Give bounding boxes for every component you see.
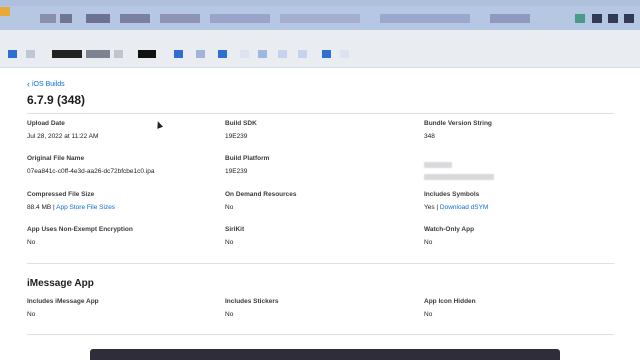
bookmark-icon[interactable] [52,50,82,58]
back-link-label: iOS Builds [32,81,65,88]
field-label: Includes iMessage App [27,298,99,305]
includes-stickers-field: Includes Stickers No [225,298,405,318]
includes-imessage-field: Includes iMessage App No [27,298,207,318]
app-icon-hidden-field: App Icon Hidden No [424,298,604,318]
field-value: 19E239 [225,168,248,175]
bookmarks-bar [0,30,640,68]
encryption-field: App Uses Non-Exempt Encryption No [27,226,207,246]
bookmark-icon[interactable] [240,50,249,58]
bookmark-icon[interactable] [218,50,227,58]
profile-icon[interactable] [624,14,634,23]
field-label: On Demand Resources [225,191,297,198]
toolbar-blur [86,14,110,23]
field-label: SiriKit [225,226,245,233]
bookmark-icon[interactable] [340,50,349,58]
browser-toolbar [0,6,640,30]
field-label: Bundle Version String [424,120,492,127]
section-title-imessage: iMessage App [27,278,94,289]
field-label: Build Platform [225,155,270,162]
toolbar-blur [380,14,470,23]
toolbar-blur [490,14,530,23]
sirikit-field: SiriKit No [225,226,405,246]
bookmark-icon[interactable] [26,50,35,58]
field-label: Build SDK [225,120,257,127]
original-file-name-field: Original File Name 07ea841c-c0ff-4e3d-aa… [27,155,207,175]
bundle-version-field: Bundle Version String 348 [424,120,604,140]
bookmark-icon[interactable] [174,50,183,58]
field-value: 88.4 MB | App Store File Sizes [27,204,207,211]
field-label: Includes Stickers [225,298,279,305]
includes-symbols-value: Yes [424,204,435,211]
toolbar-blur [280,14,360,23]
field-value: 07ea841c-c0ff-4e3d-aa26-dc72bfcbe1c0.ipa [27,168,155,175]
field-value: No [27,239,36,246]
field-value: No [27,311,36,318]
page-title: 6.7.9 (348) [27,93,86,107]
field-value: Jul 28, 2022 at 11:22 AM [27,133,99,140]
app-store-file-sizes-link[interactable]: App Store File Sizes [56,204,115,211]
divider [27,334,614,335]
field-label: Includes Symbols [424,191,480,198]
bookmark-icon[interactable] [278,50,287,58]
toolbar-blur [60,14,72,23]
field-label: App Uses Non-Exempt Encryption [27,226,133,233]
watch-only-field: Watch-Only App No [424,226,604,246]
macos-dock[interactable] [90,349,560,360]
field-value: No [424,239,433,246]
field-label: App Icon Hidden [424,298,476,305]
extension-icon[interactable] [608,14,618,23]
divider [27,113,614,114]
field-value: No [225,204,234,211]
field-value: 348 [424,133,435,140]
chevron-left-icon: ‹ [27,79,30,89]
bookmark-icon[interactable] [138,50,156,58]
bookmark-icon[interactable] [86,50,110,58]
redacted-value [424,174,494,180]
bookmark-icon[interactable] [322,50,331,58]
bookmark-icon[interactable] [114,50,123,58]
compressed-size-field: Compressed File Size 88.4 MB | App Store… [27,191,207,211]
bookmark-icon[interactable] [258,50,267,58]
field-label: Original File Name [27,155,85,162]
download-dsym-link[interactable]: Download dSYM [440,204,488,211]
includes-symbols-field: Includes Symbols Yes | Download dSYM [424,191,604,211]
toolbar-blur [210,14,270,23]
compressed-size-value: 88.4 MB [27,204,52,211]
redacted-field [424,155,604,185]
field-value: No [225,311,234,318]
field-value: No [225,239,234,246]
extension-icon[interactable] [592,14,602,23]
field-value: Yes | Download dSYM [424,204,604,211]
bookmark-icon[interactable] [298,50,307,58]
toolbar-blur [40,14,56,23]
field-value: No [424,311,433,318]
toolbar-blur [160,14,200,23]
divider [27,263,614,264]
build-sdk-field: Build SDK 19E239 [225,120,405,140]
field-label: Watch-Only App [424,226,475,233]
build-platform-field: Build Platform 19E239 [225,155,405,175]
field-value: 19E239 [225,133,248,140]
on-demand-resources-field: On Demand Resources No [225,191,405,211]
bookmark-icon[interactable] [196,50,205,58]
field-label: Compressed File Size [27,191,95,198]
toolbar-blur [120,14,150,23]
back-link[interactable]: ‹ iOS Builds [27,79,65,89]
field-label: Upload Date [27,120,65,127]
tab-favicon [0,7,10,16]
upload-date-field: Upload Date Jul 28, 2022 at 11:22 AM [27,120,207,140]
build-details-page: ‹ iOS Builds 6.7.9 (348) Upload Date Jul… [0,68,640,360]
extension-icon[interactable] [575,14,585,23]
redacted-label [424,162,452,168]
bookmark-icon[interactable] [8,50,17,58]
